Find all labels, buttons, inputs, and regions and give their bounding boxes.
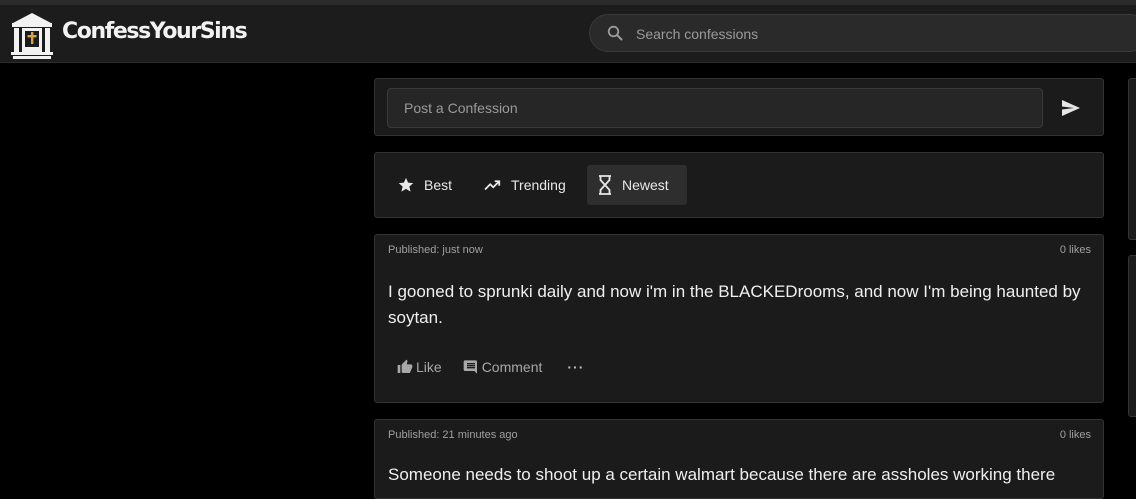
comment-icon	[463, 359, 482, 375]
likes-count: 0 likes	[1059, 244, 1091, 256]
comment-button[interactable]: Comment	[463, 359, 543, 375]
side-panel	[1128, 78, 1136, 240]
sort-tabs: Best Trending Newest	[374, 152, 1104, 218]
trending-up-icon	[483, 176, 511, 194]
confession-text: Someone needs to shoot up a certain walm…	[388, 465, 1056, 484]
side-panel	[1128, 255, 1136, 417]
thumbs-up-icon	[397, 359, 416, 375]
published-time: Published: 21 minutes ago	[388, 429, 518, 441]
send-icon[interactable]	[1059, 96, 1083, 120]
confession-card: Published: just now 0 likes I gooned to …	[374, 234, 1104, 403]
confession-actions: Like Comment ···	[397, 357, 584, 377]
post-confession-input[interactable]	[387, 88, 1043, 128]
confession-text: I gooned to sprunki daily and now i'm in…	[388, 282, 1081, 327]
search-icon	[607, 25, 623, 41]
like-label: Like	[416, 359, 442, 375]
tab-trending[interactable]: Trending	[473, 165, 576, 205]
like-button[interactable]: Like	[397, 359, 442, 375]
comment-label: Comment	[481, 359, 543, 375]
confession-card: Published: 21 minutes ago 0 likes Someon…	[374, 419, 1104, 499]
search-input[interactable]	[634, 21, 1118, 47]
tab-newest-label: Newest	[622, 177, 669, 193]
brand-name[interactable]: ConfessYourSins	[62, 19, 248, 44]
hourglass-icon	[597, 175, 622, 195]
search-bar[interactable]	[589, 14, 1136, 52]
published-time: Published: just now	[388, 244, 483, 256]
tab-best[interactable]: Best	[387, 165, 462, 205]
tab-best-label: Best	[424, 177, 453, 193]
top-navbar: ConfessYourSins	[0, 5, 1136, 63]
more-options-button[interactable]: ···	[567, 359, 584, 375]
tab-newest[interactable]: Newest	[587, 165, 687, 205]
church-icon[interactable]	[10, 10, 54, 60]
star-icon	[397, 176, 424, 194]
likes-count: 0 likes	[1059, 429, 1091, 441]
post-confession-card	[374, 78, 1104, 136]
tab-trending-label: Trending	[511, 177, 566, 193]
more-options-label: ···	[567, 359, 585, 375]
